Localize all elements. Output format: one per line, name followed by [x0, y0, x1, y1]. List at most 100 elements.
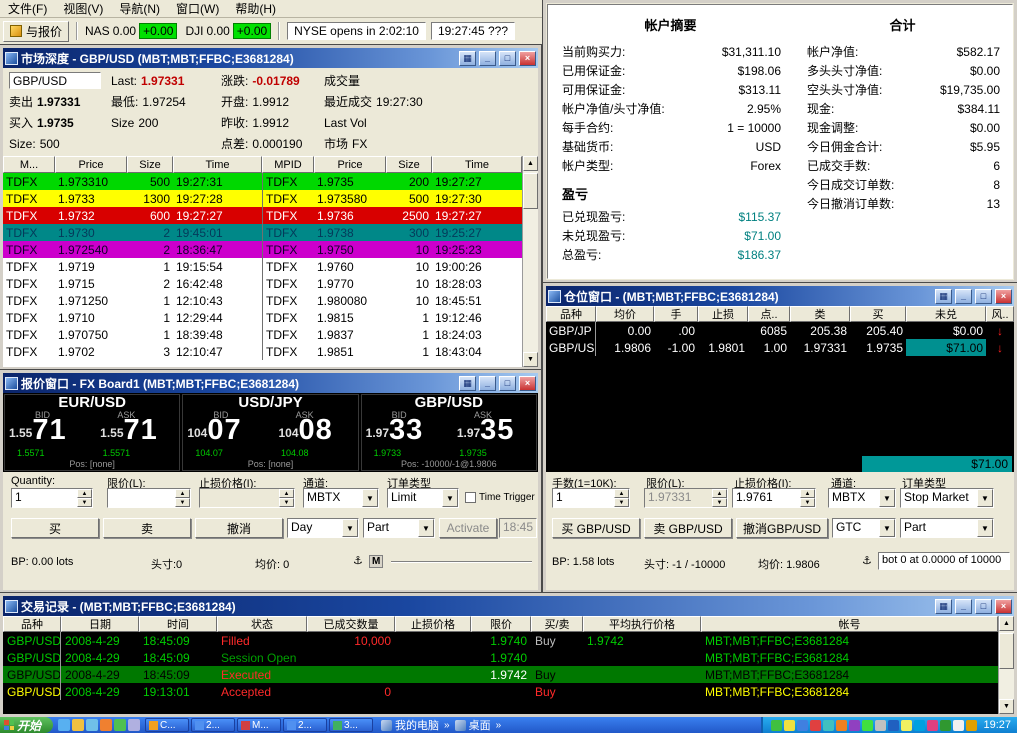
- ask-quote[interactable]: 10408: [270, 416, 332, 445]
- channel-dropdown[interactable]: MBTX ▼: [828, 488, 896, 508]
- scroll-down-button[interactable]: ▼: [523, 352, 538, 367]
- window-titlebar[interactable]: 交易记录 - (MBT;MBT;FFBC;E3681284) ▦ _ □ ×: [3, 596, 1014, 616]
- column-header[interactable]: 已成交数量: [307, 616, 395, 632]
- order-type-dropdown[interactable]: Stop Market ▼: [900, 488, 994, 508]
- tif-dropdown[interactable]: Day ▼: [287, 518, 359, 538]
- checkbox-icon[interactable]: [465, 492, 476, 503]
- show-desktop-icon[interactable]: [86, 719, 98, 731]
- maximize-button[interactable]: □: [499, 51, 516, 66]
- bid-quote[interactable]: 1.9733: [366, 416, 424, 445]
- menu-item[interactable]: 窗口(W): [168, 0, 227, 18]
- scroll-up-button[interactable]: ▲: [999, 616, 1014, 631]
- column-header[interactable]: Time: [432, 156, 522, 173]
- sell-button[interactable]: 卖 GBP/USD: [644, 518, 732, 538]
- menu-item[interactable]: 视图(V): [55, 0, 111, 18]
- spin-up-icon[interactable]: ▲: [77, 489, 92, 498]
- minimize-button[interactable]: _: [955, 289, 972, 304]
- column-header[interactable]: 时间: [139, 616, 217, 632]
- spin-up-icon[interactable]: ▲: [800, 489, 815, 498]
- spin-up-icon[interactable]: ▲: [712, 489, 727, 498]
- vertical-scrollbar[interactable]: ▲ ▼: [998, 616, 1014, 714]
- ask-quote[interactable]: 1.5571: [92, 416, 158, 445]
- tray-icon[interactable]: [875, 720, 886, 731]
- market-depth-row[interactable]: TDFX1.972540218:36:47TDFX1.97501019:25:2…: [3, 241, 522, 258]
- tray-icon[interactable]: [927, 720, 938, 731]
- close-button[interactable]: ×: [519, 376, 536, 391]
- order-type-dropdown[interactable]: Limit ▼: [387, 488, 459, 508]
- column-header[interactable]: 状态: [217, 616, 307, 632]
- market-depth-row[interactable]: TDFX1.9702312:10:47TDFX1.9851118:43:04: [3, 343, 522, 360]
- market-depth-row[interactable]: TDFX1.9710112:29:44TDFX1.9815119:12:46: [3, 309, 522, 326]
- column-header[interactable]: Size: [386, 156, 432, 173]
- marker-m-icon[interactable]: M: [369, 555, 383, 568]
- column-header[interactable]: 点..: [748, 306, 790, 322]
- column-header[interactable]: 风..: [986, 306, 1014, 322]
- tray-icon[interactable]: [966, 720, 977, 731]
- task-button[interactable]: 3...: [329, 718, 373, 732]
- dropdown-arrow-icon[interactable]: ▼: [418, 519, 434, 537]
- limit-price-stepper[interactable]: ▲▼: [107, 488, 191, 508]
- column-header[interactable]: 均价: [596, 306, 654, 322]
- column-header[interactable]: MPID: [262, 156, 314, 173]
- dropdown-arrow-icon[interactable]: ▼: [977, 489, 993, 507]
- buy-button[interactable]: 买 GBP/USD: [552, 518, 640, 538]
- spin-up-icon[interactable]: ▲: [175, 489, 190, 498]
- column-header[interactable]: 帐号: [701, 616, 998, 632]
- column-header[interactable]: Time: [173, 156, 262, 173]
- part-dropdown[interactable]: Part ▼: [900, 518, 994, 538]
- part-dropdown[interactable]: Part ▼: [363, 518, 435, 538]
- cancel-button[interactable]: 撤消GBP/USD: [736, 518, 828, 538]
- dock-button[interactable]: ▦: [935, 289, 952, 304]
- activate-button[interactable]: Activate: [439, 518, 497, 538]
- column-header[interactable]: 平均执行价格: [583, 616, 701, 632]
- vertical-scrollbar[interactable]: ▲ ▼: [522, 156, 538, 367]
- dock-button[interactable]: ▦: [459, 376, 476, 391]
- quote-button[interactable]: 与报价: [3, 21, 69, 42]
- maximize-button[interactable]: □: [975, 289, 992, 304]
- menu-item[interactable]: 帮助(H): [227, 0, 284, 18]
- tray-icon[interactable]: [836, 720, 847, 731]
- tray-icon[interactable]: [849, 720, 860, 731]
- scroll-up-button[interactable]: ▲: [523, 156, 538, 171]
- symbol-input[interactable]: GBP/USD: [9, 72, 101, 89]
- minimize-button[interactable]: _: [479, 376, 496, 391]
- lots-stepper[interactable]: 1 ▲▼: [552, 488, 630, 508]
- stop-price-stepper[interactable]: ▲▼: [199, 488, 295, 508]
- task-button[interactable]: M...: [237, 718, 281, 732]
- tray-icon[interactable]: [901, 720, 912, 731]
- maximize-button[interactable]: □: [975, 599, 992, 614]
- market-depth-row[interactable]: TDFX1.9733130019:27:28TDFX1.97358050019:…: [3, 190, 522, 207]
- column-header[interactable]: 品种: [3, 616, 61, 632]
- activate-time-stepper[interactable]: 18:45 ???: [499, 518, 537, 538]
- window-titlebar[interactable]: 报价窗口 - FX Board1 (MBT;MBT;FFBC;E3681284)…: [3, 373, 538, 393]
- spin-down-icon[interactable]: ▼: [77, 498, 92, 507]
- limit-price-stepper[interactable]: 1.97331 ▲▼: [644, 488, 728, 508]
- spin-down-icon[interactable]: ▼: [614, 498, 629, 507]
- close-button[interactable]: ×: [995, 289, 1012, 304]
- column-header[interactable]: 日期: [61, 616, 139, 632]
- column-header[interactable]: 止损价格: [395, 616, 471, 632]
- column-header[interactable]: M...: [3, 156, 55, 173]
- market-depth-row[interactable]: TDFX1.9715216:42:48TDFX1.97701018:28:03: [3, 275, 522, 292]
- quote-tile[interactable]: EUR/USDBIDASK1.55711.55711.55711.5571Pos…: [4, 394, 180, 471]
- position-row[interactable]: GBP/JP0.00.006085205.38205.40$0.00↓: [546, 322, 1014, 339]
- scroll-track[interactable]: [999, 631, 1014, 699]
- spin-up-icon[interactable]: ▲: [279, 489, 294, 498]
- spin-down-icon[interactable]: ▼: [712, 498, 727, 507]
- window-titlebar[interactable]: 仓位窗口 - (MBT;MBT;FFBC;E3681284) ▦ _ □ ×: [546, 286, 1014, 306]
- tray-icon[interactable]: [953, 720, 964, 731]
- trade-row[interactable]: GBP/USD2008-4-2918:45:09Session Open1.97…: [3, 649, 998, 666]
- spin-up-icon[interactable]: ▲: [614, 489, 629, 498]
- scroll-thumb[interactable]: [999, 633, 1014, 669]
- column-header[interactable]: 类: [790, 306, 850, 322]
- dropdown-arrow-icon[interactable]: ▼: [342, 519, 358, 537]
- column-header[interactable]: 买: [850, 306, 906, 322]
- market-depth-row[interactable]: TDFX1.9719119:15:54TDFX1.97601019:00:26: [3, 258, 522, 275]
- desktop-toolbar-item[interactable]: 我的电脑: [395, 717, 439, 733]
- market-depth-row[interactable]: TDFX1.9730219:45:01TDFX1.973830019:25:27: [3, 224, 522, 241]
- trade-row[interactable]: GBP/USD2008-4-2918:45:09Executed1.9742Bu…: [3, 666, 998, 683]
- column-header[interactable]: 未兑: [906, 306, 986, 322]
- chevron-icon[interactable]: »: [442, 720, 452, 731]
- minimize-button[interactable]: _: [955, 599, 972, 614]
- task-button[interactable]: 2...: [191, 718, 235, 732]
